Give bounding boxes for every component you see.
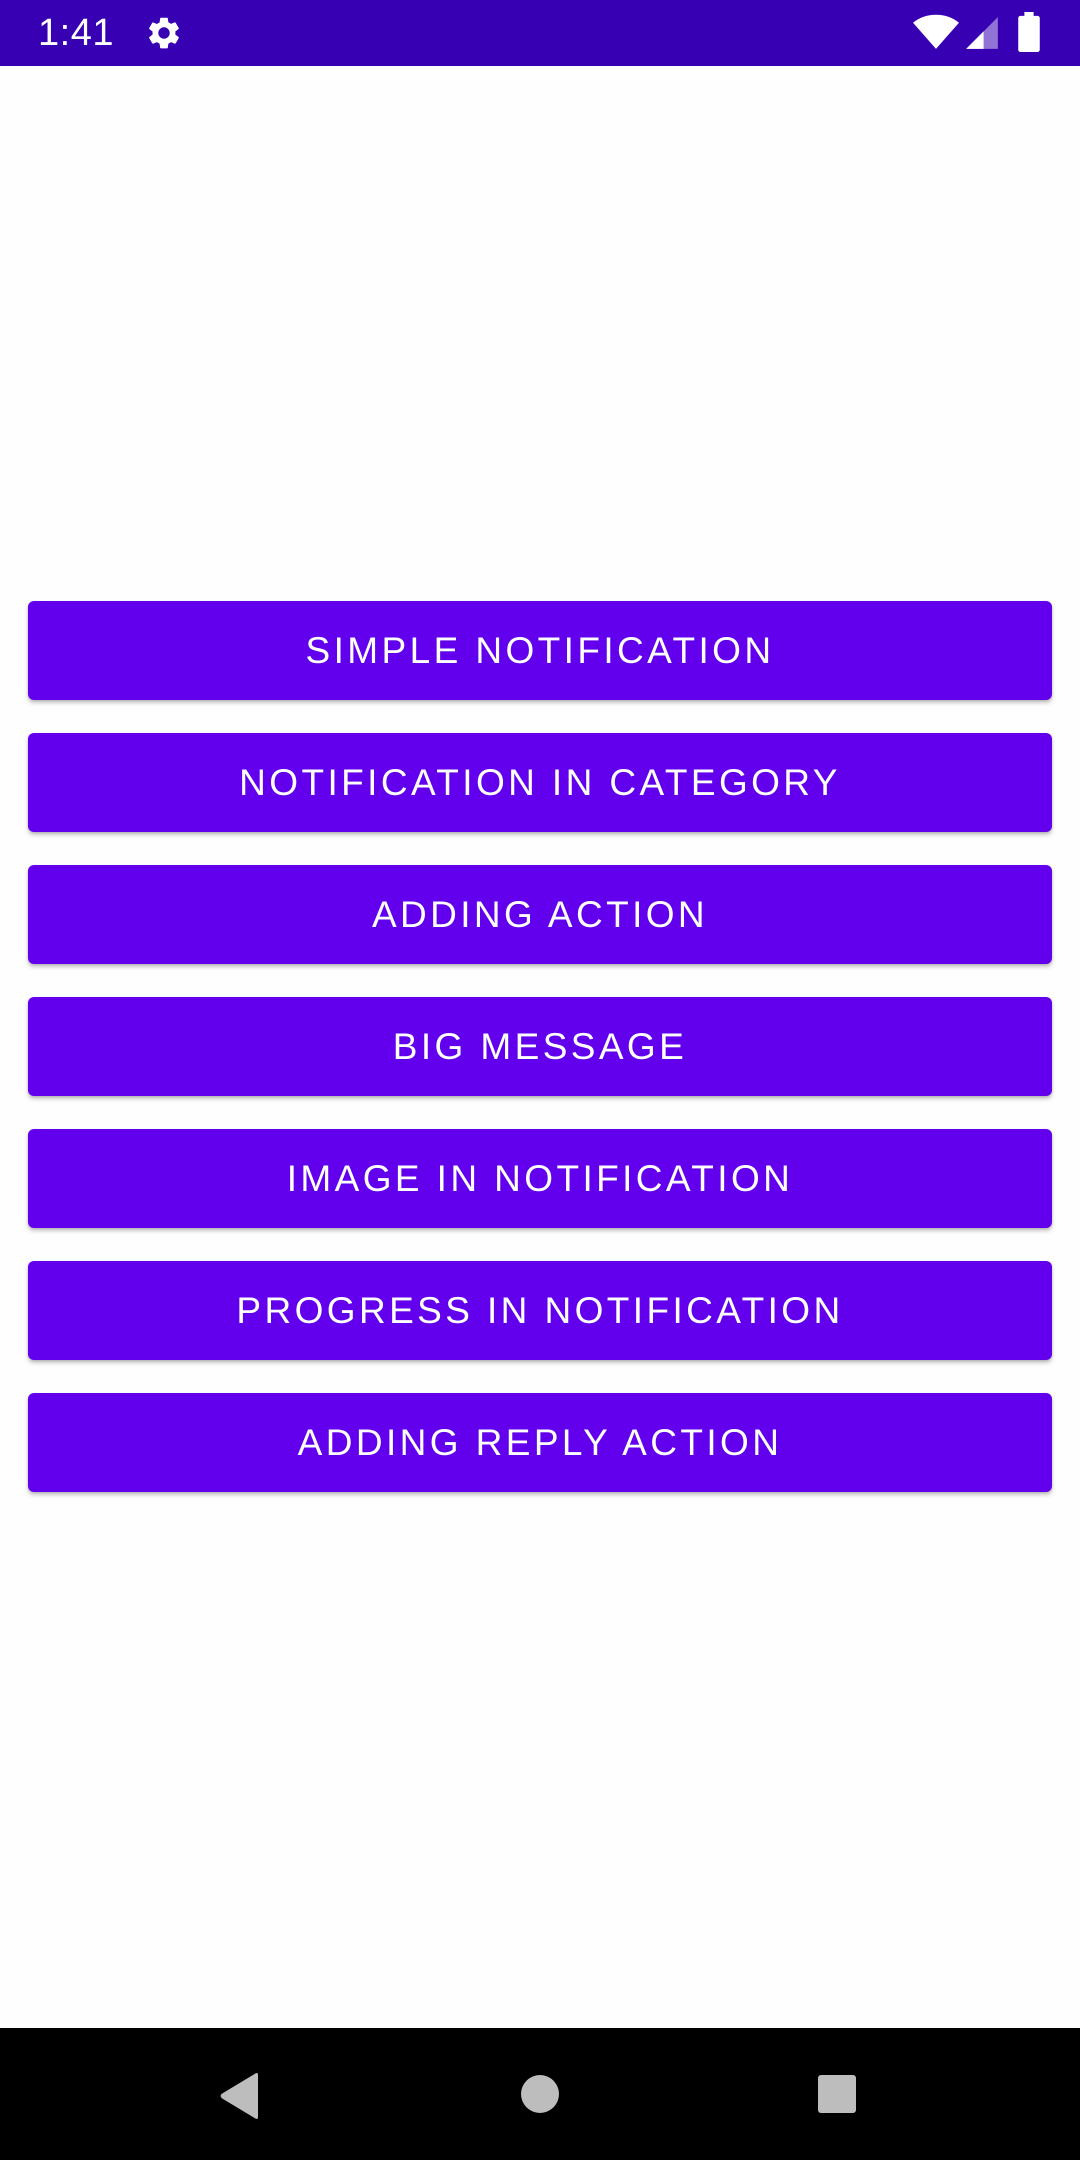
back-icon[interactable] — [218, 2072, 262, 2120]
wifi-icon — [913, 14, 959, 49]
progress-in-notification-button[interactable]: PROGRESS IN NOTIFICATION — [28, 1261, 1052, 1360]
cellular-signal-icon — [966, 17, 998, 49]
battery-icon — [1018, 12, 1040, 52]
status-time: 1:41 — [38, 12, 114, 54]
image-in-notification-button[interactable]: IMAGE IN NOTIFICATION — [28, 1129, 1052, 1228]
recents-icon[interactable] — [817, 2074, 857, 2114]
simple-notification-button[interactable]: SIMPLE NOTIFICATION — [28, 601, 1052, 700]
notification-in-category-button[interactable]: NOTIFICATION IN CATEGORY — [28, 733, 1052, 832]
gear-icon — [149, 17, 179, 49]
home-icon[interactable] — [520, 2074, 560, 2114]
app-screen: 1:41 SIMPLE NOTIFICATION NOTIFICATION IN… — [0, 0, 1080, 2160]
navigation-bar — [0, 2028, 1080, 2160]
adding-reply-action-button[interactable]: ADDING REPLY ACTION — [28, 1393, 1052, 1492]
adding-action-button[interactable]: ADDING ACTION — [28, 865, 1052, 964]
big-message-button[interactable]: BIG MESSAGE — [28, 997, 1052, 1096]
notification-button-list: SIMPLE NOTIFICATION NOTIFICATION IN CATE… — [28, 601, 1052, 1525]
status-bar: 1:41 — [0, 0, 1080, 66]
